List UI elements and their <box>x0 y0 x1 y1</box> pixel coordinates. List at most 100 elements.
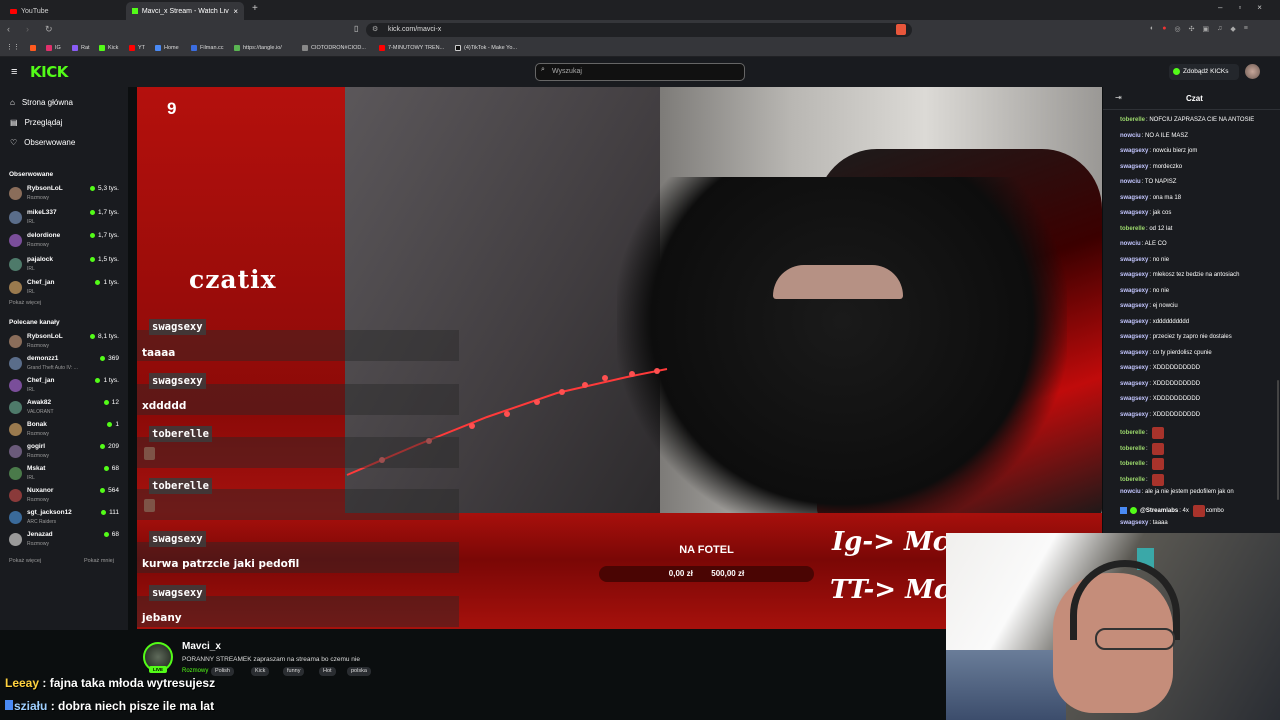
chat-username[interactable]: toberelle <box>1120 117 1145 123</box>
chat-message[interactable]: toberelle: NOFCIU ZAPRASZA CIE NA ANTOSI… <box>1120 117 1254 123</box>
chat-message[interactable]: toberelle: <box>1120 442 1164 455</box>
chat-message[interactable]: nowciu: ale ja nie jestem pedofilem jak … <box>1120 489 1234 495</box>
chat-username[interactable]: swagsexy <box>1120 195 1148 201</box>
stream-tag[interactable]: Polish <box>211 667 234 676</box>
bookmark-item[interactable]: Rat <box>72 42 90 54</box>
bookmark-item[interactable]: https://tangle.io/ <box>234 42 282 54</box>
chat-username[interactable]: swagsexy <box>1120 257 1148 263</box>
chat-username[interactable]: @Streamlabs <box>1140 508 1178 514</box>
sidebar-channel[interactable]: gogirl Rozmowy 209 <box>9 443 123 465</box>
sidebar-channel[interactable]: Awak82 VALORANT 12 <box>9 399 123 421</box>
reload-icon[interactable]: ↻ <box>45 24 53 35</box>
streamer-name[interactable]: Mavci_x <box>182 641 221 652</box>
chat-message[interactable]: swagsexy: co ty pierdolisz cpunie <box>1120 350 1212 356</box>
sidebar-channel[interactable]: Nuxanor Rozmowy 564 <box>9 487 123 509</box>
chat-message[interactable]: swagsexy: taaaa <box>1120 520 1168 526</box>
chat-message[interactable]: swagsexy: XDDDDDDDDDD <box>1120 365 1200 371</box>
sidebar-channel[interactable]: Jenazad Rozmowy 68 <box>9 531 123 553</box>
bookmark-item[interactable]: YT <box>129 42 145 54</box>
bookmark-item[interactable]: (4)TikTok - Make Yo... <box>455 42 517 54</box>
chat-username[interactable]: swagsexy <box>1120 272 1148 278</box>
bookmark-item[interactable] <box>30 42 36 54</box>
bookmark-item[interactable]: IG <box>46 42 61 54</box>
chat-message[interactable]: swagsexy: no nie <box>1120 288 1169 294</box>
chat-message[interactable]: swagsexy: ona ma 18 <box>1120 195 1181 201</box>
chat-username[interactable]: swagsexy <box>1120 520 1148 526</box>
chat-message[interactable]: nowciu: TO NAPISZ <box>1120 179 1176 185</box>
chat-username[interactable]: nowciu <box>1120 179 1141 185</box>
sidebar-channel[interactable]: Chef_jan IRL 1 tys. <box>9 279 123 301</box>
tab-kick[interactable]: Mavci_x Stream - Watch Live × <box>126 2 244 20</box>
show-more-recommended[interactable]: Pokaż więcej <box>9 558 41 564</box>
chat-message[interactable]: swagsexy: xdddddddddd <box>1120 319 1189 325</box>
extension-icon[interactable]: ● <box>1162 25 1166 33</box>
forward-icon[interactable]: › <box>26 24 29 35</box>
chat-message[interactable]: toberelle: <box>1120 427 1164 439</box>
url-field[interactable]: kick.com/mavci-x <box>366 23 912 37</box>
sidebar-channel[interactable]: RybsonLoL Rozmowy 8,1 tys. <box>9 333 123 355</box>
nav-browse[interactable]: ▤ Przeglądaj <box>10 118 62 127</box>
back-icon[interactable]: ‹ <box>7 24 10 35</box>
site-info-icon[interactable]: ⚙ <box>372 25 378 33</box>
chat-message[interactable]: nowciu: ALE CO <box>1120 241 1167 247</box>
search-input[interactable]: Wyszukaj <box>535 63 745 81</box>
bookmark-item[interactable]: Home <box>155 42 179 54</box>
menu-icon[interactable]: ≡ <box>1244 25 1248 33</box>
chat-message[interactable]: swagsexy: XDDDDDDDDDD <box>1120 396 1200 402</box>
bookmark-page-icon[interactable]: ▯ <box>354 24 358 33</box>
chat-username[interactable]: swagsexy <box>1120 148 1148 154</box>
chat-message[interactable]: toberelle: <box>1120 473 1164 486</box>
chat-message[interactable]: swagsexy: XDDDDDDDDDD <box>1120 412 1200 418</box>
maximize-icon[interactable]: ▫ <box>1238 3 1241 12</box>
chat-username[interactable]: nowciu <box>1120 133 1141 139</box>
chat-username[interactable]: nowciu <box>1120 489 1141 495</box>
chat-username[interactable]: swagsexy <box>1120 210 1148 216</box>
puzzle-icon[interactable]: ✣ <box>1189 25 1195 33</box>
sidebar-channel[interactable]: Chef_jan IRL 1 tys. <box>9 377 123 399</box>
chat-message[interactable]: swagsexy: no nie <box>1120 257 1169 263</box>
close-tab-icon[interactable]: × <box>233 7 238 16</box>
chat-username[interactable]: toberelle <box>1120 446 1145 452</box>
extension-icon[interactable]: ◎ <box>1174 25 1180 33</box>
sidebar-channel[interactable]: demonzz1 Grand Theft Auto IV: ... 369 <box>9 355 123 377</box>
nav-home[interactable]: ⌂ Strona główna <box>10 98 73 107</box>
chat-username[interactable]: swagsexy <box>1120 412 1148 418</box>
sidebar-channel[interactable]: sgt_jackson12 ARC Raiders 111 <box>9 509 123 531</box>
stream-tag[interactable]: Kick <box>251 667 270 676</box>
sidebar-channel[interactable]: mikeL337 IRL 1,7 tys. <box>9 209 123 231</box>
chat-username[interactable]: swagsexy <box>1120 381 1148 387</box>
chat-username[interactable]: swagsexy <box>1120 396 1148 402</box>
chat-username[interactable]: swagsexy <box>1120 350 1148 356</box>
hamburger-menu-icon[interactable]: ≡ <box>11 66 17 78</box>
collapse-chat-icon[interactable]: ⇥ <box>1115 93 1122 102</box>
chat-message[interactable]: swagsexy: jak cos <box>1120 210 1171 216</box>
chat-message[interactable]: swagsexy: ej nowciu <box>1120 303 1178 309</box>
bookmark-item[interactable]: Kick <box>99 42 118 54</box>
new-tab-icon[interactable]: + <box>252 3 258 14</box>
brave-shield-icon[interactable] <box>896 24 906 35</box>
chat-username[interactable]: swagsexy <box>1120 365 1148 371</box>
minimize-icon[interactable]: – <box>1218 3 1222 12</box>
sidebar-channel[interactable]: Bonak Rozmowy 1 <box>9 421 123 443</box>
sidebar-channel[interactable]: pajalock IRL 1,5 tys. <box>9 256 123 278</box>
chat-username[interactable]: swagsexy <box>1120 334 1148 340</box>
sidebar-channel[interactable]: Mskat IRL 68 <box>9 465 123 487</box>
sidebar-icon[interactable]: ▣ <box>1202 25 1209 33</box>
chat-message[interactable]: swagsexy: nowciu bierz jom <box>1120 148 1197 154</box>
apps-icon[interactable]: ⋮⋮ <box>6 43 20 51</box>
chat-username[interactable]: nowciu <box>1120 241 1141 247</box>
chat-username[interactable]: swagsexy <box>1120 319 1148 325</box>
chat-username[interactable]: swagsexy <box>1120 303 1148 309</box>
bookmark-item[interactable]: 7-MINUTOWY TREN... <box>379 42 444 54</box>
chat-username[interactable]: swagsexy <box>1120 288 1148 294</box>
bookmark-item[interactable]: CIOTODRON#CIOD... <box>302 42 366 54</box>
sidebar-channel[interactable]: delordione Rozmowy 1,7 tys. <box>9 232 123 254</box>
sidebar-channel[interactable]: RybsonLoL Rozmowy 5,3 tys. <box>9 185 123 207</box>
chat-message[interactable]: nowciu: NO A ILE MASZ <box>1120 133 1188 139</box>
nav-following[interactable]: ♡ Obserwowane <box>10 138 75 147</box>
media-icon[interactable]: ♫ <box>1217 25 1222 33</box>
user-avatar[interactable] <box>1245 64 1260 79</box>
chat-username[interactable]: swagsexy <box>1120 164 1148 170</box>
chat-scrollbar[interactable] <box>1277 380 1279 500</box>
stream-tag[interactable]: funny <box>283 667 305 676</box>
